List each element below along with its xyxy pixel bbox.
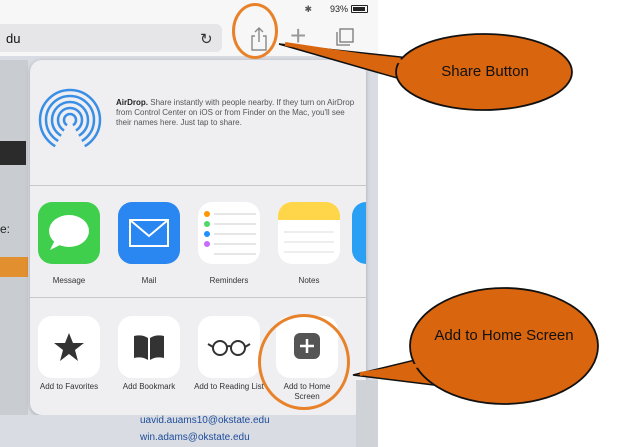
add-home-callout: Add to Home Screen bbox=[434, 327, 574, 344]
share-button-callout: Share Button bbox=[441, 63, 529, 80]
